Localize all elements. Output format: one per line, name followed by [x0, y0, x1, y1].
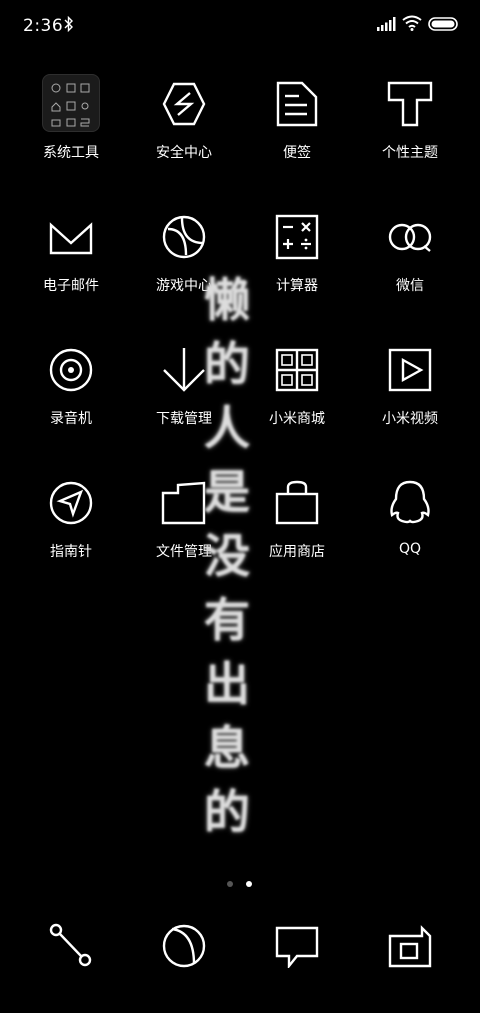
signal-icon	[377, 17, 396, 31]
wallpaper-char: 是	[204, 465, 250, 519]
dock	[0, 920, 480, 980]
calculator-icon	[275, 214, 319, 260]
compass-icon	[49, 481, 93, 525]
wallpaper-char: 息	[204, 721, 250, 775]
wallpaper-char: 的	[204, 785, 250, 839]
app-recorder[interactable]: 录音机	[15, 346, 127, 428]
app-compass[interactable]: 指南针	[15, 479, 127, 561]
app-store-icon	[275, 480, 319, 525]
mail-icon	[49, 222, 93, 255]
browser-icon	[162, 924, 206, 968]
battery-icon	[428, 17, 458, 31]
mi-store-icon	[275, 348, 319, 392]
wifi-icon	[402, 15, 422, 31]
app-label: 系统工具	[43, 145, 99, 161]
phone-icon	[49, 923, 92, 967]
app-security-center[interactable]: 安全中心	[128, 80, 240, 162]
wechat-icon	[388, 223, 432, 252]
page-dot-2-active[interactable]	[246, 881, 253, 887]
app-label: 电子邮件	[43, 278, 99, 294]
app-mi-video[interactable]: 小米视频	[354, 346, 466, 428]
app-email[interactable]: 电子邮件	[15, 213, 127, 295]
dock-browser[interactable]	[128, 920, 240, 968]
status-bar: 2:36	[0, 0, 480, 52]
status-time: 2:36	[23, 16, 64, 36]
app-themes[interactable]: 个性主题	[354, 80, 466, 162]
notes-icon	[276, 81, 318, 127]
bluetooth-icon	[64, 16, 73, 32]
themes-icon	[387, 81, 433, 127]
wallpaper-char: 没	[204, 529, 250, 583]
page-indicator[interactable]	[227, 872, 260, 891]
app-label: 便签	[283, 145, 311, 161]
wallpaper-char: 人	[204, 401, 250, 455]
app-label: 录音机	[50, 411, 92, 427]
wallpaper-char: 的	[204, 337, 250, 391]
wallpaper-calligraphy: 懒 的 人 是 没 有 出 息 的	[194, 268, 260, 844]
app-label: 指南针	[50, 544, 92, 560]
dock-phone[interactable]	[15, 920, 127, 968]
wallpaper-char: 有	[204, 593, 250, 647]
security-icon	[162, 82, 206, 126]
app-wechat[interactable]: 微信	[354, 213, 466, 295]
dock-camera[interactable]	[354, 920, 466, 968]
game-center-icon	[162, 215, 206, 259]
wallpaper-char: 出	[204, 657, 250, 711]
wallpaper-char: 懒	[204, 273, 250, 327]
app-label: 安全中心	[156, 145, 212, 161]
qq-icon	[390, 480, 430, 524]
app-label: 微信	[396, 278, 424, 294]
app-system-tools[interactable]: 系统工具	[15, 74, 127, 162]
app-label: 个性主题	[382, 145, 438, 161]
dock-messages[interactable]	[241, 920, 353, 968]
recorder-icon	[49, 348, 93, 392]
page-dot-1[interactable]	[227, 881, 233, 887]
app-notes[interactable]: 便签	[241, 80, 353, 162]
video-icon	[388, 348, 432, 392]
app-label: 小米视频	[382, 411, 438, 427]
app-qq[interactable]: QQ	[354, 479, 466, 557]
app-label: QQ	[398, 541, 422, 557]
messages-icon	[275, 926, 319, 968]
camera-icon	[388, 925, 432, 968]
folder-icon	[42, 74, 100, 132]
